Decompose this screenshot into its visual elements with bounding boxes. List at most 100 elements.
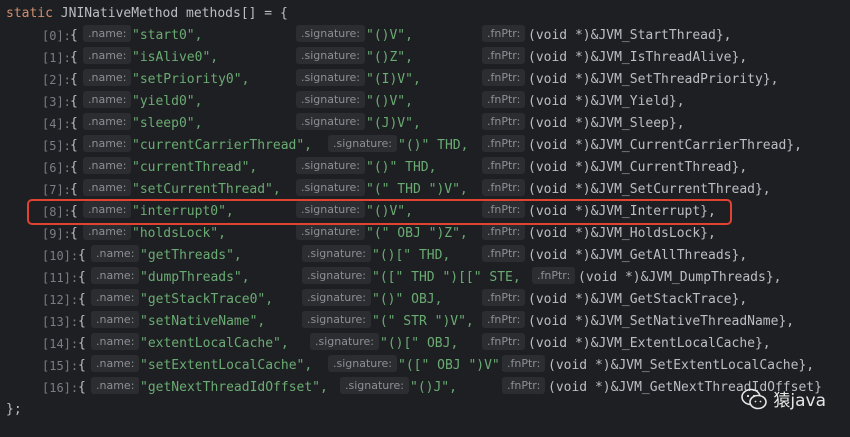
- method-name: "dumpThreads",: [140, 270, 250, 285]
- open-brace: {: [70, 138, 78, 153]
- method-name: "currentThread",: [132, 160, 258, 175]
- name-hint: .name:: [91, 311, 140, 328]
- function-pointer: (void *)&JVM_CurrentCarrierThread},: [528, 138, 802, 153]
- method-name: "start0",: [132, 28, 203, 43]
- fnptr-hint: .fnPtr:: [482, 289, 526, 306]
- fnptr-hint: .fnPtr:: [482, 91, 526, 108]
- table-row[interactable]: [1]:{.name: "isAlive0", .signature: "()Z",.…: [0, 47, 850, 69]
- row-index: [10]:: [42, 249, 79, 263]
- signature-hint: .signature:: [328, 135, 398, 152]
- table-row[interactable]: [12]:{.name: "getStackTrace0", .signature:…: [0, 289, 850, 311]
- fnptr-hint: .fnPtr:: [482, 47, 526, 64]
- method-signature: "(" STR ")V",: [372, 314, 474, 329]
- table-row[interactable]: [5]:{.name: "currentCarrierThread", .signa…: [0, 135, 850, 157]
- name-hint: .name:: [83, 135, 132, 152]
- function-pointer: (void *)&JVM_SetCurrentThread},: [528, 182, 771, 197]
- name-hint: .name:: [83, 179, 132, 196]
- signature-hint: .signature:: [296, 91, 366, 108]
- fnptr-hint: .fnPtr:: [532, 267, 576, 284]
- function-pointer: (void *)&JVM_Interrupt},: [528, 204, 716, 219]
- function-pointer: (void *)&JVM_HoldsLock},: [528, 226, 716, 241]
- open-brace: {: [70, 226, 78, 241]
- signature-hint: .signature:: [310, 333, 380, 350]
- table-row[interactable]: [3]:{.name: "yield0", .signature: "()V", .fn…: [0, 91, 850, 113]
- method-name: "sleep0",: [132, 116, 203, 131]
- signature-hint: .signature:: [296, 25, 366, 42]
- open-brace: {: [78, 270, 86, 285]
- row-index: [7]:: [42, 183, 71, 197]
- method-signature: "(J)V",: [366, 116, 421, 131]
- table-row[interactable]: [7]:{.name: "setCurrentThread", .signature…: [0, 179, 850, 201]
- fnptr-hint: .fnPtr:: [482, 157, 526, 174]
- name-hint: .name:: [91, 267, 140, 284]
- table-row[interactable]: [13]:{.name: "setNativeName", .signature: "…: [0, 311, 850, 333]
- method-signature: "(I)V",: [366, 72, 421, 87]
- name-hint: .name:: [83, 201, 132, 218]
- method-name: "setNativeName",: [140, 314, 266, 329]
- open-brace: {: [78, 314, 86, 329]
- signature-hint: .signature:: [296, 113, 366, 130]
- open-brace: {: [70, 50, 78, 65]
- name-hint: .name:: [83, 157, 132, 174]
- signature-hint: .signature:: [302, 289, 372, 306]
- open-brace: {: [70, 160, 78, 175]
- table-row[interactable]: [4]:{.name: "sleep0", .signature: "(J)V", .f…: [0, 113, 850, 135]
- signature-hint: .signature:: [302, 245, 372, 262]
- function-pointer: (void *)&JVM_IsThreadAlive},: [528, 50, 748, 65]
- fnptr-hint: .fnPtr:: [502, 377, 546, 394]
- function-pointer: (void *)&JVM_CurrentThread},: [528, 160, 748, 175]
- table-row[interactable]: [2]:{.name: "setPriority0", .signature: "(I…: [0, 69, 850, 91]
- code-editor[interactable]: static JNINativeMethod methods[] = { [0]…: [0, 0, 850, 437]
- watermark-text: 猿java: [773, 391, 826, 411]
- function-pointer: (void *)&JVM_Sleep},: [528, 116, 685, 131]
- method-name: "setCurrentThread",: [132, 182, 281, 197]
- method-name: "yield0",: [132, 94, 203, 109]
- method-signature: "()[" OBJ,: [380, 336, 459, 351]
- fnptr-hint: .fnPtr:: [482, 311, 526, 328]
- table-row[interactable]: [8]:{.name: "interrupt0", .signature: "()V"…: [0, 201, 850, 223]
- table-row[interactable]: [6]:{.name: "currentThread", .signature: "(…: [0, 157, 850, 179]
- name-hint: .name:: [83, 223, 132, 240]
- open-brace: {: [78, 248, 86, 263]
- name-hint: .name:: [83, 47, 132, 64]
- table-row[interactable]: [15]:{.name: "setExtentLocalCache", .signa…: [0, 355, 850, 377]
- name-hint: .name:: [91, 377, 140, 394]
- method-name: "setExtentLocalCache",: [140, 358, 313, 373]
- name-hint: .name:: [91, 333, 140, 350]
- table-row[interactable]: [10]:{.name: "getThreads", .signature: "()[…: [0, 245, 850, 267]
- watermark: 猿java: [741, 386, 826, 411]
- table-row[interactable]: [11]:{.name: "dumpThreads", .signature: "([…: [0, 267, 850, 289]
- method-signature: "(" OBJ ")Z",: [366, 226, 468, 241]
- function-pointer: (void *)&JVM_SetNativeThreadName},: [528, 314, 795, 329]
- table-row[interactable]: [0]:{.name: "start0", .signature: "()V", .fn…: [0, 25, 850, 47]
- function-pointer: (void *)&JVM_Yield},: [528, 94, 685, 109]
- method-name: "currentCarrierThread",: [132, 138, 313, 153]
- row-index: [15]:: [42, 359, 79, 373]
- signature-hint: .signature:: [340, 377, 410, 394]
- name-hint: .name:: [83, 25, 132, 42]
- closing-brace-line: };: [6, 399, 22, 421]
- method-name: "holdsLock",: [132, 226, 226, 241]
- function-pointer: (void *)&JVM_StartThread},: [528, 28, 732, 43]
- function-pointer: (void *)&JVM_ExtentLocalCache},: [528, 336, 771, 351]
- open-brace: {: [70, 28, 78, 43]
- name-hint: .name:: [83, 113, 132, 130]
- function-pointer: (void *)&JVM_DumpThreads},: [578, 270, 782, 285]
- method-signature: "()V",: [366, 204, 413, 219]
- method-signature: "()V",: [366, 28, 413, 43]
- row-index: [0]:: [42, 29, 71, 43]
- name-hint: .name:: [91, 245, 140, 262]
- table-row[interactable]: [9]:{.name: "holdsLock", .signature: "(" OB…: [0, 223, 850, 245]
- row-index: [11]:: [42, 271, 79, 285]
- name-hint: .name:: [91, 289, 140, 306]
- table-row[interactable]: [14]:{.name: "extentLocalCache", .signatur…: [0, 333, 850, 355]
- method-name: "isAlive0",: [132, 50, 219, 65]
- method-name: "extentLocalCache",: [140, 336, 289, 351]
- row-index: [9]:: [42, 227, 71, 241]
- signature-hint: .signature:: [296, 69, 366, 86]
- method-signature: "([" OBJ ")V",: [398, 358, 508, 373]
- signature-hint: .signature:: [296, 47, 366, 64]
- row-index: [6]:: [42, 161, 71, 175]
- table-row[interactable]: [16]:{.name: "getNextThreadIdOffset", .sig…: [0, 377, 850, 399]
- method-name: "getStackTrace0",: [140, 292, 274, 307]
